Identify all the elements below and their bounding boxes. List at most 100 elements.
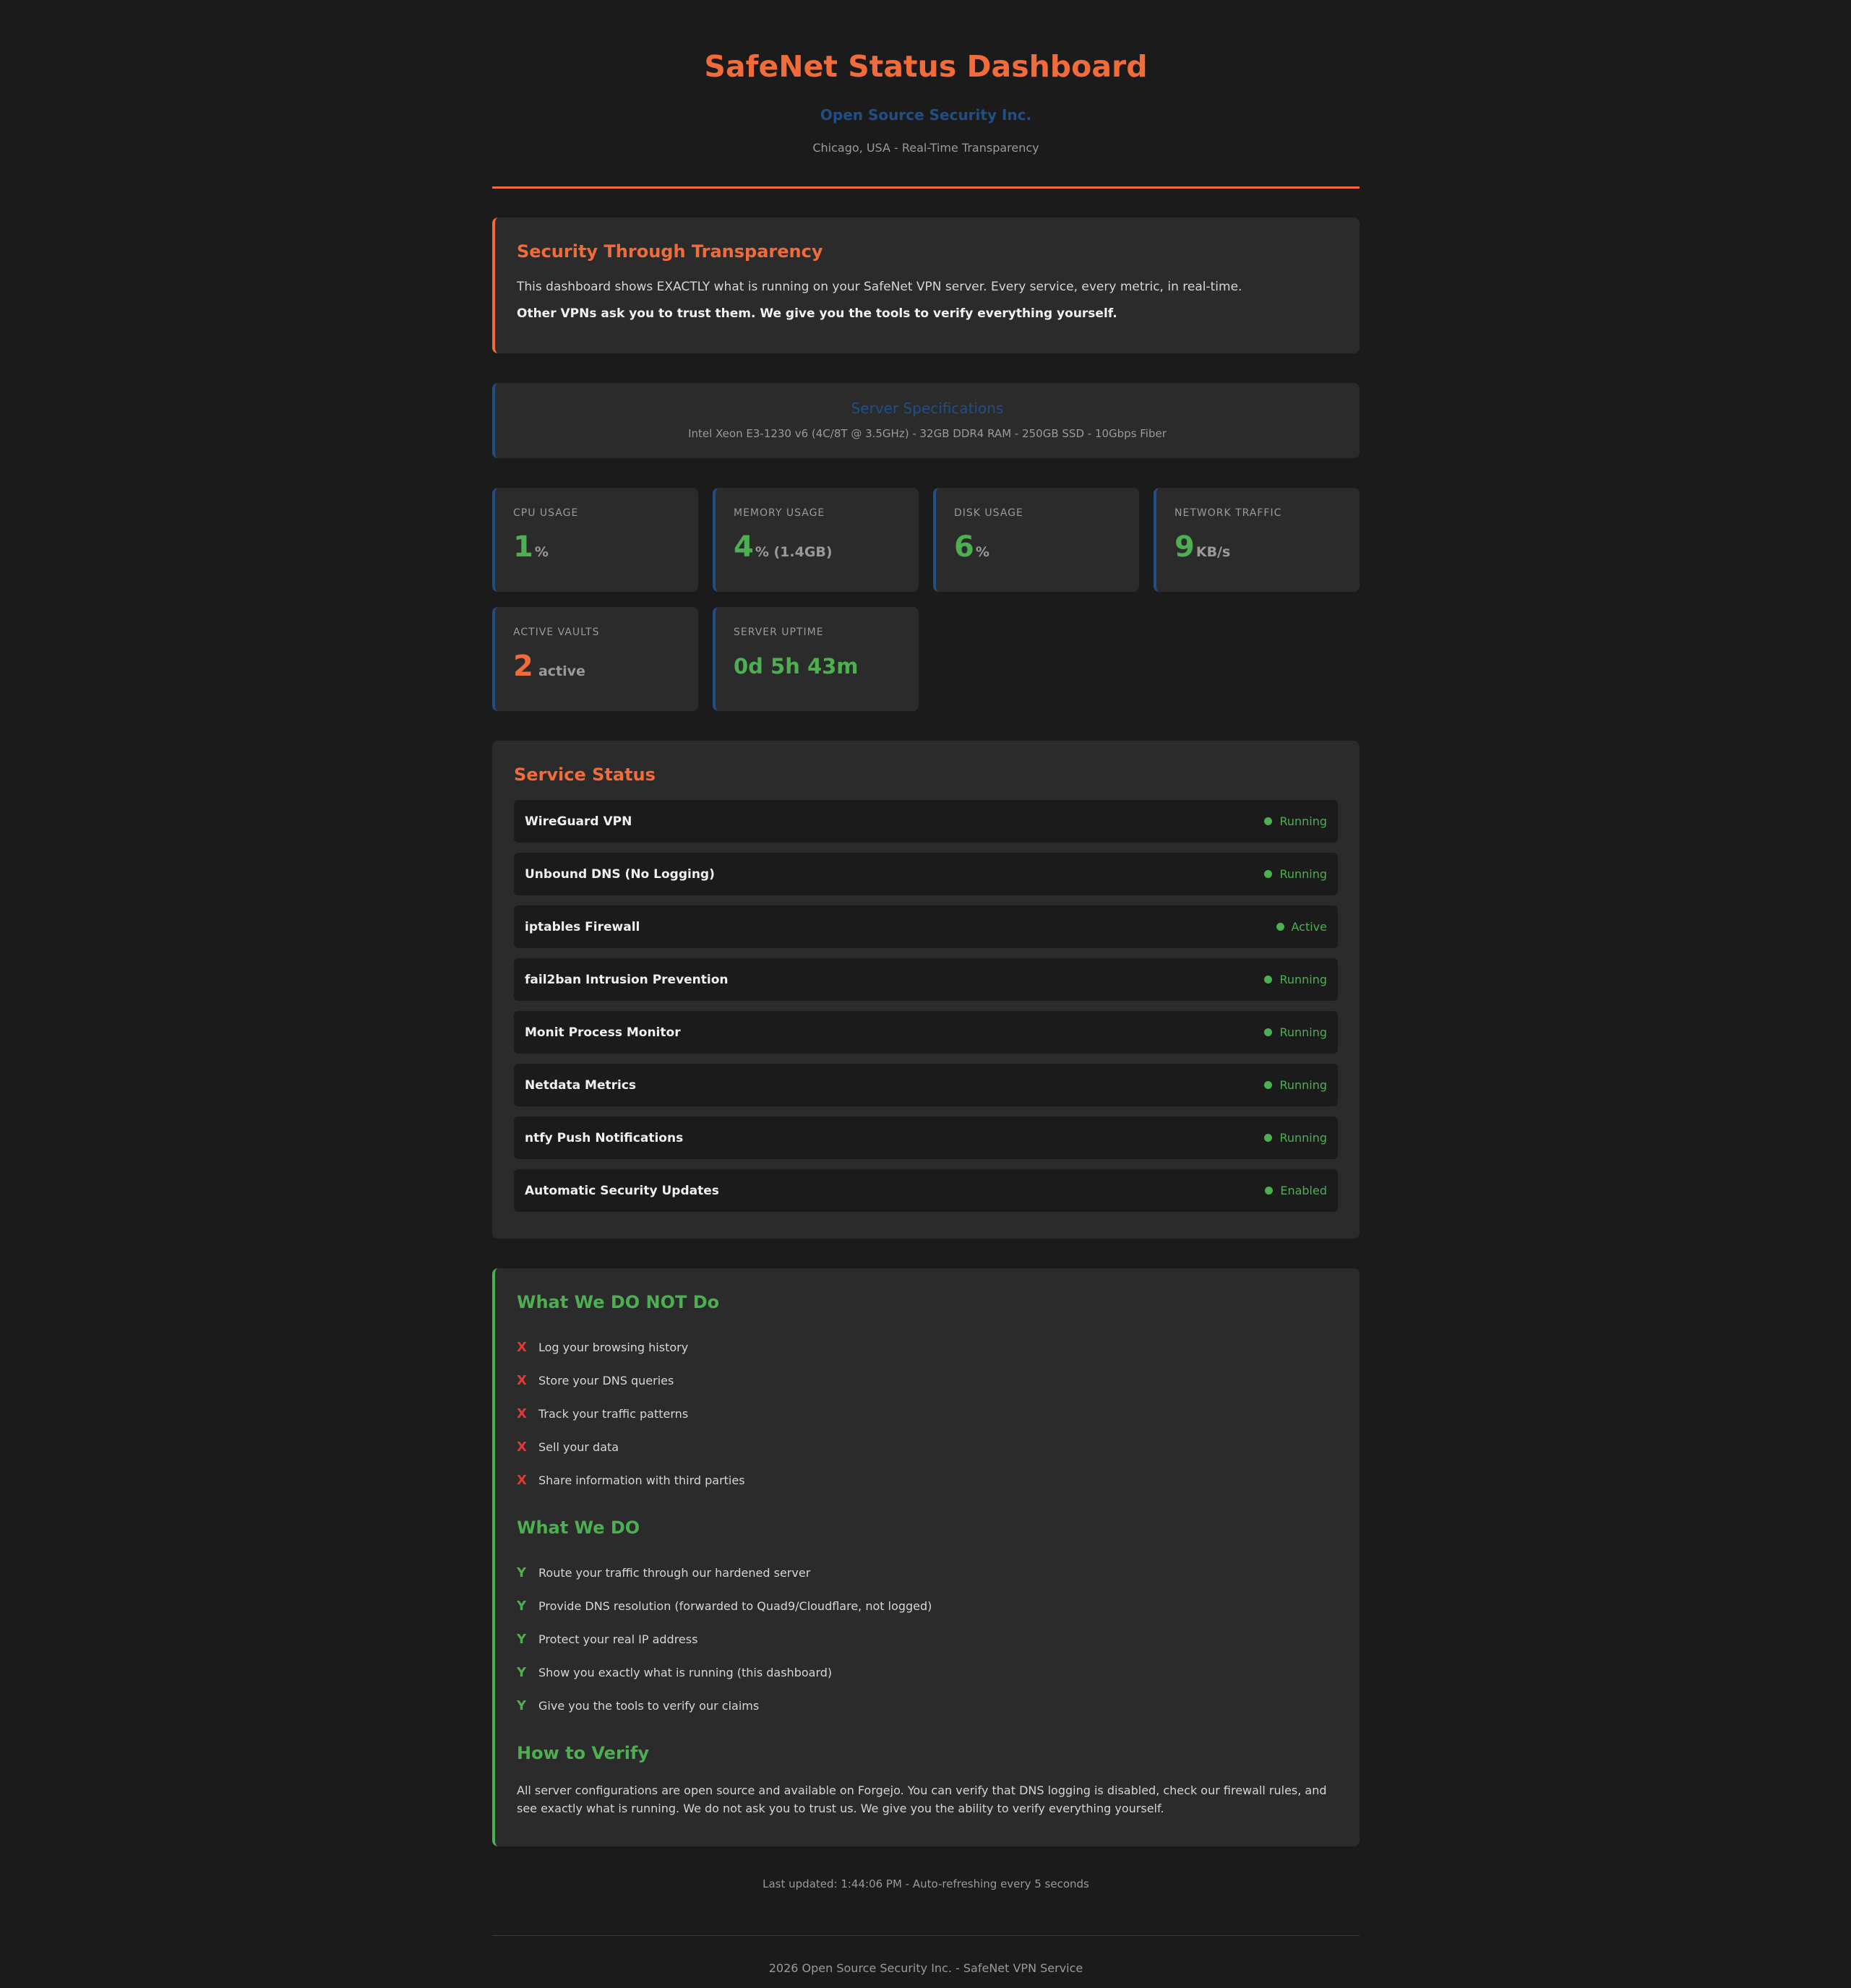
metric-value: 6 [954, 530, 974, 564]
service-row: Unbound DNS (No Logging) Running [514, 853, 1338, 895]
metric-unit: active [538, 663, 585, 679]
service-status-text: Running [1279, 814, 1327, 828]
do-title: What We DO [517, 1518, 640, 1538]
list-item-text: Route your traffic through our hardened … [538, 1565, 811, 1580]
service-name: fail2ban Intrusion Prevention [525, 972, 729, 987]
service-row: fail2ban Intrusion Prevention Running [514, 958, 1338, 1001]
metric-label: NETWORK TRAFFIC [1174, 507, 1282, 519]
service-name: WireGuard VPN [525, 814, 632, 829]
service-name: iptables Firewall [525, 919, 640, 934]
list-item-text: Show you exactly what is running (this d… [538, 1665, 833, 1679]
service-status: Running [1264, 867, 1327, 881]
service-status-text: Running [1279, 1078, 1327, 1092]
list-item: Y Protect your real IP address [517, 1622, 1338, 1656]
service-row: Automatic Security Updates Enabled [514, 1169, 1338, 1212]
list-item-text: Track your traffic patterns [538, 1406, 689, 1421]
metric-server-uptime: SERVER UPTIME 0d 5h 43m [713, 607, 919, 711]
list-item: Y Show you exactly what is running (this … [517, 1656, 1338, 1689]
service-status-panel: Service Status WireGuard VPN Running Unb… [492, 741, 1360, 1239]
status-dot-icon [1264, 817, 1273, 825]
status-dot-icon [1265, 1187, 1274, 1195]
service-row: iptables Firewall Active [514, 905, 1338, 948]
metric-value: 1 [513, 530, 533, 564]
metrics-grid: CPU USAGE 1% MEMORY USAGE 4% (1.4GB) DIS… [492, 488, 1360, 711]
metric-value: 4 [734, 530, 754, 564]
metric-cpu-usage: CPU USAGE 1% [492, 488, 698, 592]
service-status-text: Running [1279, 1025, 1327, 1039]
dont-list: X Log your browsing history X Store your D… [517, 1330, 1338, 1497]
cross-icon: X [517, 1439, 527, 1455]
check-icon: Y [517, 1631, 527, 1647]
do-list: Y Route your traffic through our hardened… [517, 1556, 1338, 1722]
header-divider [492, 186, 1360, 189]
metric-disk-usage: DISK USAGE 6% [933, 488, 1139, 592]
metric-unit: % [534, 544, 549, 560]
cross-icon: X [517, 1406, 527, 1421]
list-item: X Log your browsing history [517, 1330, 1338, 1364]
cross-icon: X [517, 1372, 527, 1388]
status-dot-icon [1276, 923, 1284, 931]
service-status-text: Running [1279, 867, 1327, 881]
company-name: Open Source Security Inc. [820, 106, 1032, 124]
metric-label: SERVER UPTIME [734, 627, 824, 638]
check-icon: Y [517, 1697, 527, 1713]
cross-icon: X [517, 1472, 527, 1488]
page-title: SafeNet Status Dashboard [704, 49, 1148, 84]
check-icon: Y [517, 1664, 527, 1680]
metric-unit: % [975, 544, 989, 560]
status-dot-icon [1264, 870, 1273, 878]
service-status-text: Running [1279, 1131, 1327, 1145]
service-row: Netdata Metrics Running [514, 1064, 1338, 1106]
service-status-title: Service Status [514, 765, 656, 785]
transparency-text: This dashboard shows EXACTLY what is run… [517, 280, 1242, 294]
status-dot-icon [1264, 976, 1273, 984]
dashboard: SafeNet Status Dashboard Open Source Sec… [492, 0, 1360, 1976]
service-status: Running [1264, 1131, 1327, 1145]
verify-text: All server configurations are open sourc… [517, 1783, 1327, 1815]
policy-panel: What We DO NOT Do X Log your browsing his… [492, 1268, 1360, 1846]
dont-title: What We DO NOT Do [517, 1292, 720, 1312]
service-status: Running [1264, 1025, 1327, 1039]
metric-memory-usage: MEMORY USAGE 4% (1.4GB) [713, 488, 919, 592]
metric-unit: % (1.4GB) [755, 544, 833, 560]
specs-line: Intel Xeon E3-1230 v6 (4C/8T @ 3.5GHz) -… [688, 427, 1167, 440]
service-status: Active [1276, 920, 1327, 934]
service-status: Running [1264, 973, 1327, 986]
transparency-panel: Security Through Transparency This dashb… [492, 218, 1360, 353]
verify-title: How to Verify [517, 1743, 650, 1763]
service-name: Unbound DNS (No Logging) [525, 866, 715, 882]
check-icon: Y [517, 1598, 527, 1614]
list-item-text: Provide DNS resolution (forwarded to Qua… [538, 1598, 932, 1613]
list-item-text: Store your DNS queries [538, 1373, 674, 1387]
list-item: X Share information with third parties [517, 1463, 1338, 1497]
service-name: Automatic Security Updates [525, 1183, 719, 1198]
list-item: X Sell your data [517, 1430, 1338, 1463]
metric-network-traffic: NETWORK TRAFFIC 9 KB/s [1154, 488, 1360, 592]
last-updated: Last updated: 1:44:06 PM - Auto-refreshi… [763, 1877, 1089, 1890]
metric-unit: KB/s [1195, 544, 1231, 560]
cross-icon: X [517, 1339, 527, 1355]
service-status-text: Running [1279, 973, 1327, 986]
service-name: Monit Process Monitor [525, 1025, 681, 1040]
status-dot-icon [1264, 1134, 1273, 1142]
list-item-text: Give you the tools to verify our claims [538, 1698, 760, 1713]
list-item-text: Protect your real IP address [538, 1632, 698, 1646]
service-status-text: Enabled [1280, 1184, 1327, 1197]
location-subtitle: Chicago, USA - Real-Time Transparency [812, 141, 1039, 155]
list-item-text: Share information with third parties [538, 1473, 745, 1487]
list-item-text: Log your browsing history [538, 1340, 689, 1354]
status-dot-icon [1264, 1028, 1273, 1036]
service-status: Enabled [1265, 1184, 1327, 1197]
list-item: Y Provide DNS resolution (forwarded to Qu… [517, 1589, 1338, 1622]
server-specs-panel: Server Specifications Intel Xeon E3-1230… [492, 383, 1360, 458]
list-item: X Track your traffic patterns [517, 1397, 1338, 1430]
service-name: Netdata Metrics [525, 1077, 637, 1093]
list-item: Y Route your traffic through our hardened… [517, 1556, 1338, 1589]
metric-value: 2 [513, 650, 533, 683]
list-item: X Store your DNS queries [517, 1364, 1338, 1397]
service-row: Monit Process Monitor Running [514, 1011, 1338, 1054]
service-status: Running [1264, 1078, 1327, 1092]
list-item: Y Give you the tools to verify our claims [517, 1689, 1338, 1722]
service-row: ntfy Push Notifications Running [514, 1116, 1338, 1159]
footer-text: 2026 Open Source Security Inc. - SafeNet… [768, 1961, 1083, 1975]
